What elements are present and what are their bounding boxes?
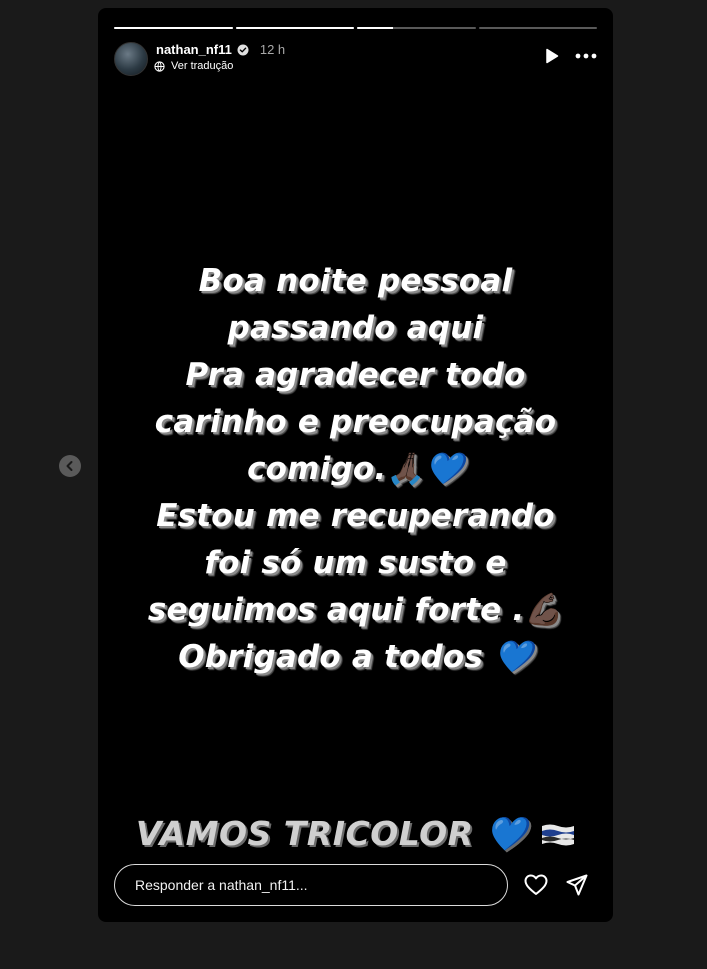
- story-text-line: seguimos aqui forte .💪🏿: [147, 592, 564, 628]
- avatar[interactable]: [114, 42, 148, 76]
- previous-story-button[interactable]: [59, 455, 81, 477]
- progress-fill: [114, 27, 233, 29]
- story-caption-text: VAMOS TRICOLOR 💙: [135, 814, 528, 853]
- progress-segment: [478, 27, 597, 29]
- translate-icon: [154, 60, 165, 72]
- story-text-line: passando aqui: [227, 310, 484, 346]
- story-viewer[interactable]: nathan_nf11 12 h Ver tradução Boa noite …: [98, 8, 613, 922]
- heart-icon: [524, 874, 548, 895]
- user-line: nathan_nf11 12 h: [156, 42, 285, 57]
- page: nathan_nf11 12 h Ver tradução Boa noite …: [0, 0, 707, 969]
- progress-fill: [357, 27, 393, 29]
- progress-fill: [235, 27, 354, 29]
- reply-bar: [114, 863, 597, 907]
- reply-actions: [524, 874, 588, 896]
- progress-segment: [235, 27, 354, 29]
- story-text-line: Boa noite pessoal: [198, 263, 513, 299]
- translate-link[interactable]: Ver tradução: [154, 60, 233, 72]
- story-text-line: carinho e preocupação: [154, 404, 557, 440]
- progress-segment: [357, 27, 476, 29]
- post-time: 12 h: [259, 42, 286, 57]
- story-caption: VAMOS TRICOLOR 💙: [98, 814, 613, 854]
- story-text-line: Estou me recuperando: [156, 498, 555, 534]
- play-icon: [546, 48, 559, 64]
- username-link[interactable]: nathan_nf11: [156, 42, 232, 57]
- story-progress-bar: [114, 27, 597, 29]
- story-text-line: Obrigado a todos 💙: [178, 639, 533, 675]
- story-text-line: comigo.🙏🏿💙: [247, 451, 464, 487]
- play-button[interactable]: [545, 48, 559, 64]
- flag-icon: [542, 824, 575, 846]
- story-text-line: foi só um susto e: [204, 545, 507, 581]
- chevron-left-icon: [66, 461, 73, 471]
- send-icon: [566, 874, 588, 896]
- verified-badge-icon: [237, 44, 249, 55]
- more-options-button[interactable]: [575, 53, 597, 59]
- story-header: nathan_nf11 12 h Ver tradução: [114, 40, 597, 80]
- share-button[interactable]: [566, 874, 588, 896]
- story-text: Boa noite pessoal passando aqui Pra agra…: [98, 258, 613, 681]
- story-controls: [545, 48, 597, 64]
- reply-input[interactable]: [114, 864, 508, 906]
- story-text-line: Pra agradecer todo: [185, 357, 526, 393]
- translate-label: Ver tradução: [171, 60, 234, 72]
- like-button[interactable]: [524, 874, 548, 896]
- more-icon: [575, 53, 597, 59]
- progress-segment: [114, 27, 233, 29]
